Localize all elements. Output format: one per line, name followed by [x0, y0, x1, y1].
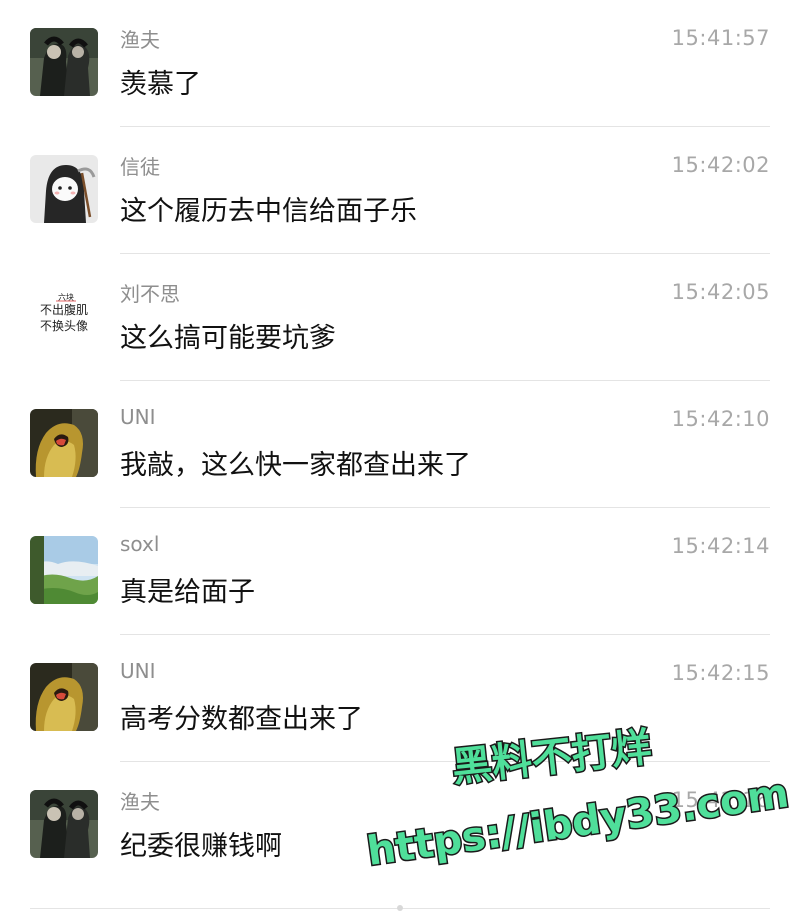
- chat-message[interactable]: 六块 不出腹肌 不换头像 刘不思 15:42:05 这么搞可能要坑爹: [0, 254, 800, 381]
- user-avatar[interactable]: [30, 28, 98, 96]
- sender-name: 渔夫: [120, 28, 160, 52]
- message-text: 我敲，这么快一家都查出来了: [120, 450, 471, 481]
- avatar-text-middle: 不出腹肌: [40, 303, 88, 317]
- message-text: 羡慕了: [120, 69, 201, 100]
- message-text: 真是给面子: [120, 577, 255, 608]
- avatar-text-top: 六块: [58, 292, 74, 302]
- message-text: 这个履历去中信给面子乐: [120, 196, 417, 227]
- sender-name: UNI: [120, 405, 156, 429]
- sender-name: 信徒: [120, 155, 160, 179]
- user-avatar[interactable]: [30, 790, 98, 858]
- chat-message-list: 渔夫 15:41:57 羡慕了 信徒 15:42:02 这个履历去中信给面子乐: [0, 0, 800, 889]
- user-avatar[interactable]: 六块 不出腹肌 不换头像: [30, 282, 98, 350]
- sender-name: 渔夫: [120, 790, 160, 814]
- chat-message[interactable]: UNI 15:42:15 高考分数都查出来了: [0, 635, 800, 762]
- message-timestamp: 15:42:02: [671, 153, 770, 177]
- user-avatar[interactable]: [30, 663, 98, 731]
- chat-message[interactable]: 渔夫 15:41:57 羡慕了: [0, 0, 800, 127]
- message-text: 这么搞可能要坑爹: [120, 323, 336, 354]
- message-timestamp: 15:42:15: [671, 661, 770, 685]
- user-avatar[interactable]: [30, 409, 98, 477]
- user-avatar[interactable]: [30, 536, 98, 604]
- user-avatar[interactable]: [30, 155, 98, 223]
- chat-message[interactable]: 渔夫 15:42:16 纪委很赚钱啊: [0, 762, 800, 889]
- message-timestamp: 15:42:16: [671, 788, 770, 812]
- scroll-indicator-dot: [397, 905, 403, 911]
- sender-name: UNI: [120, 659, 156, 683]
- message-timestamp: 15:42:05: [671, 280, 770, 304]
- chat-message[interactable]: 信徒 15:42:02 这个履历去中信给面子乐: [0, 127, 800, 254]
- message-timestamp: 15:42:10: [671, 407, 770, 431]
- message-text: 高考分数都查出来了: [120, 704, 363, 735]
- message-timestamp: 15:42:14: [671, 534, 770, 558]
- sender-name: soxl: [120, 532, 160, 556]
- avatar-text-bottom: 不换头像: [40, 319, 88, 333]
- message-timestamp: 15:41:57: [671, 26, 770, 50]
- chat-message[interactable]: soxl 15:42:14 真是给面子: [0, 508, 800, 635]
- sender-name: 刘不思: [120, 282, 180, 306]
- chat-message[interactable]: UNI 15:42:10 我敲，这么快一家都查出来了: [0, 381, 800, 508]
- message-text: 纪委很赚钱啊: [120, 831, 282, 862]
